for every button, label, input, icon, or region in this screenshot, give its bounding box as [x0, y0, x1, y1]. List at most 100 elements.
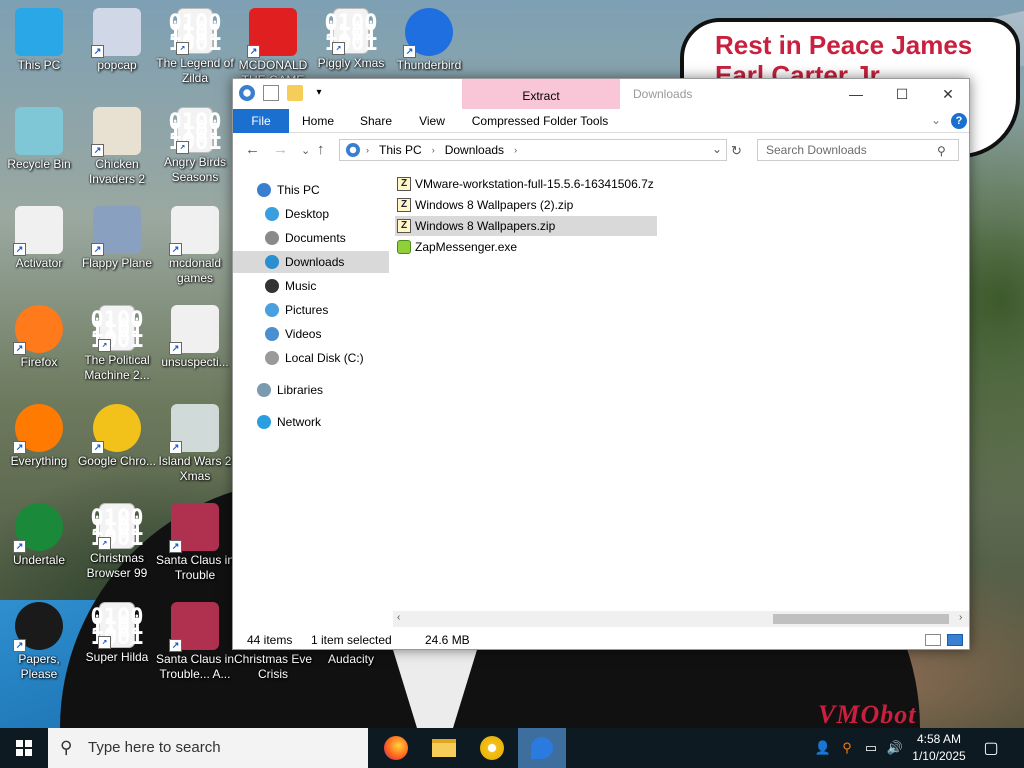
file-row[interactable]: ZapMessenger.exe [395, 237, 517, 257]
address-dropdown-icon[interactable]: ⌄ [712, 142, 722, 156]
tab-compressed-folder-tools[interactable]: Compressed Folder Tools [467, 109, 613, 133]
nav-item-videos[interactable]: Videos [233, 323, 389, 345]
archive-icon: Z [397, 177, 411, 191]
breadcrumb-this-pc[interactable]: This PC [379, 143, 422, 157]
nav-item-music[interactable]: Music [233, 275, 389, 297]
desktop-icon-santa-claus-in-trouble[interactable]: ↗ Santa Claus in Trouble [155, 503, 235, 583]
tab-share[interactable]: Share [351, 109, 401, 133]
horizontal-scrollbar[interactable]: ‹ › [393, 611, 969, 627]
desktop-icon-mcdonald-the-game[interactable]: ↗MCDONALD THE GAME [233, 8, 313, 88]
desktop-icon-this-pc[interactable]: This PC [0, 8, 79, 73]
desktop-icon-label: Everything [10, 454, 68, 468]
up-button[interactable]: ↑ [317, 141, 325, 158]
taskbar-firefox[interactable] [372, 728, 420, 768]
tab-view[interactable]: View [409, 109, 455, 133]
chevron-down-icon[interactable]: ▾ [311, 85, 327, 101]
desktop-icon-the-legend-of-zilda[interactable]: 0100 1101 1001 ↗ The Legend of Zilda [155, 8, 235, 86]
desktop-icon-papers-please[interactable]: ↗ Papers, Please [0, 602, 79, 682]
desktop-icon-super-hilda[interactable]: 0100 1101 1001 ↗ Super Hilda [77, 602, 157, 665]
taskbar: Type here to search ⚲ 👤 ⚲ ▭ 🔊 4:58 AM 1/… [0, 728, 1024, 768]
desktop-icon-piggly-xmas[interactable]: 0100 1101 1001 ↗ Piggly Xmas [311, 8, 391, 71]
file-explorer-window[interactable]: ▾ Extract Downloads — ☐ ✕ File Home Shar… [232, 78, 970, 650]
shortcut-arrow-icon: ↗ [169, 441, 182, 454]
details-view-icon[interactable] [925, 634, 941, 646]
properties-icon[interactable] [263, 85, 279, 101]
back-button[interactable]: ← [245, 141, 260, 158]
shortcut-arrow-icon: ↗ [332, 42, 345, 55]
desktop-icon-unsuspecti[interactable]: ↗ unsuspecti... [155, 305, 235, 370]
nav-item-label: Music [285, 279, 317, 293]
notification-center-icon[interactable]: ▢ [978, 728, 1004, 768]
forward-button[interactable]: → [273, 141, 288, 158]
desktop-icon-the-political-machine-2[interactable]: 0100 1101 1001 ↗ The Political Machine 2... [77, 305, 157, 383]
help-icon[interactable]: ? [951, 113, 967, 129]
taskbar-clock[interactable]: 4:58 AM 1/10/2025 [908, 731, 970, 765]
taskbar-chrome[interactable] [468, 728, 516, 768]
close-button[interactable]: ✕ [925, 81, 971, 107]
maximize-button[interactable]: ☐ [879, 81, 925, 107]
desktop-icon-google-chro[interactable]: ↗ Google Chro... [77, 404, 157, 469]
desktop-icon-chicken-invaders-2[interactable]: ↗ Chicken Invaders 2 [77, 107, 157, 187]
recent-locations-icon[interactable]: ⌄ [301, 144, 310, 157]
new-folder-icon[interactable] [287, 85, 303, 101]
taskbar-search-input[interactable]: Type here to search [48, 728, 368, 768]
desktop-icon-popcap[interactable]: ↗ popcap [77, 8, 157, 73]
title-bar[interactable]: ▾ Extract Downloads — ☐ ✕ [233, 79, 969, 109]
popcap-icon: ↗ [91, 8, 141, 58]
desktop-icon-label: Recycle Bin [7, 157, 71, 171]
contextual-tab-extract[interactable]: Extract [462, 79, 620, 109]
binary-file-icon: 0100 1101 1001 ↗ [91, 305, 144, 352]
nav-item-this-pc[interactable]: This PC [233, 179, 389, 201]
nav-item-pictures[interactable]: Pictures [233, 299, 389, 321]
desktop-icon-activator[interactable]: ↗ Activator [0, 206, 79, 271]
shortcut-arrow-icon: ↗ [13, 243, 26, 256]
shortcut-arrow-icon: ↗ [247, 45, 260, 58]
nav-item-network[interactable]: Network [233, 411, 389, 433]
large-icons-view-icon[interactable] [947, 634, 963, 646]
file-row[interactable]: Z VMware-workstation-full-15.5.6-16341506… [395, 174, 654, 194]
desktop-icon-firefox[interactable]: ↗ Firefox [0, 305, 79, 370]
blank-file-icon: ↗ [169, 206, 219, 256]
address-bar[interactable]: › This PC › Downloads › ⌄ [339, 139, 727, 161]
expand-ribbon-icon[interactable]: ⌄ [931, 113, 941, 127]
desktop-icon-island-wars-2-xmas[interactable]: ↗ Island Wars 2 Xmas [155, 404, 235, 484]
minimize-button[interactable]: — [833, 81, 879, 107]
desktop-icon-label: This PC [17, 58, 61, 72]
desktop-icon-label: popcap [97, 58, 137, 72]
refresh-icon[interactable]: ↻ [731, 143, 742, 159]
tab-home[interactable]: Home [293, 109, 343, 133]
file-row[interactable]: Z Windows 8 Wallpapers (2).zip [395, 195, 573, 215]
nav-item-label: Local Disk (C:) [285, 351, 364, 365]
scroll-right-icon[interactable]: › [959, 612, 962, 623]
scroll-left-icon[interactable]: ‹ [397, 612, 400, 623]
desktop-icon-flappy-plane[interactable]: ↗ Flappy Plane [77, 206, 157, 271]
desktop-icon-mcdonald-games[interactable]: ↗ mcdonald games [155, 206, 235, 286]
tab-file[interactable]: File [233, 109, 289, 133]
search-input[interactable]: Search Downloads [757, 139, 959, 161]
papers-please-icon: ↗ [13, 602, 63, 652]
desktop-icon-christmas-browser-99[interactable]: 0100 1101 1001 ↗ Christmas Browser 99 [77, 503, 157, 581]
nav-item-local-disk-c[interactable]: Local Disk (C:) [233, 347, 389, 369]
tray-volume-icon[interactable]: 🔊 [884, 728, 906, 768]
taskbar-file-explorer[interactable] [420, 728, 468, 768]
nav-item-libraries[interactable]: Libraries [233, 379, 389, 401]
breadcrumb-downloads[interactable]: Downloads [445, 143, 504, 157]
desktop-icon-angry-birds-seasons[interactable]: 0100 1101 1001 ↗ Angry Birds Seasons [155, 107, 235, 185]
file-row[interactable]: Z Windows 8 Wallpapers.zip [395, 216, 657, 236]
taskbar-thunderbird[interactable] [518, 728, 566, 768]
desktop-icon-recycle-bin[interactable]: Recycle Bin [0, 107, 79, 172]
nav-item-downloads[interactable]: Downloads [233, 251, 389, 273]
tray-network-icon[interactable]: ▭ [860, 728, 882, 768]
desktop-icon-undertale[interactable]: ↗ Undertale [0, 503, 79, 568]
start-button[interactable] [0, 728, 48, 768]
tray-everything-icon[interactable]: ⚲ [836, 728, 858, 768]
desktop-icon-everything[interactable]: ↗ Everything [0, 404, 79, 469]
nav-item-documents[interactable]: Documents [233, 227, 389, 249]
tray-network-user-icon[interactable]: 👤 [812, 728, 834, 768]
exe-icon [397, 240, 411, 254]
scrollbar-thumb[interactable] [773, 614, 949, 624]
nav-item-desktop[interactable]: Desktop [233, 203, 389, 225]
shortcut-arrow-icon: ↗ [176, 42, 189, 55]
desktop-icon-thunderbird[interactable]: ↗ Thunderbird [389, 8, 469, 73]
desktop-icon-santa-claus-in-trouble-a[interactable]: ↗ Santa Claus in Trouble... A... [155, 602, 235, 682]
